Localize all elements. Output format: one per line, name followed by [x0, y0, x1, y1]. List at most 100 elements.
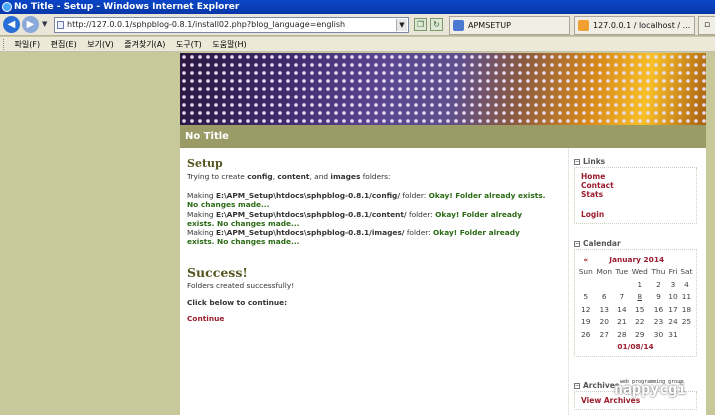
- url-text: http://127.0.0.1/sphpblog-0.8.1/install0…: [67, 20, 346, 29]
- calendar-day: 22: [635, 317, 645, 327]
- calendar-day: 13: [599, 304, 609, 314]
- calendar-header[interactable]: − Calendar: [574, 239, 697, 250]
- back-arrow-icon[interactable]: ◀: [3, 16, 20, 33]
- tab-apmsetup[interactable]: APMSETUP: [449, 16, 570, 35]
- calendar-nav-row: « January 2014: [577, 253, 694, 266]
- calendar-prev-month[interactable]: «: [577, 253, 595, 266]
- tab-label: 127.0.0.1 / localhost / ...: [593, 21, 691, 30]
- calendar-day: [577, 278, 595, 291]
- address-toolbar: ◀ ▶ ▼ http://127.0.0.1/sphpblog-0.8.1/in…: [0, 14, 715, 36]
- links-body: Home Contact Stats Login: [574, 168, 697, 224]
- calendar-day: 8: [637, 292, 643, 302]
- links-header[interactable]: − Links: [574, 157, 697, 168]
- msg-text: folder:: [404, 228, 433, 237]
- new-tab-button[interactable]: ▫: [698, 16, 715, 35]
- tab-phpmyadmin[interactable]: 127.0.0.1 / localhost / ...: [574, 16, 695, 35]
- menu-help[interactable]: 도움말(H): [208, 37, 250, 52]
- page-viewport: No Title Setup Trying to create config, …: [0, 53, 715, 415]
- calendar-week-row: 5 6 7 8 9 10 11: [577, 291, 694, 304]
- intro-config: config: [247, 171, 273, 181]
- folder-path: E:\APM_Setup\htdocs\sphpblog-0.8.1/confi…: [215, 191, 401, 200]
- collapse-icon[interactable]: −: [574, 159, 580, 165]
- address-dropdown-icon[interactable]: ▼: [396, 19, 407, 31]
- calendar-day: 31: [668, 329, 678, 339]
- menu-view[interactable]: 보기(V): [83, 37, 117, 52]
- calendar-body: « January 2014 Sun Mon Tue Wed Thu Fri Sat 123…: [574, 250, 697, 357]
- window-title: No Title - Setup - Windows Internet Expl…: [14, 2, 240, 12]
- menu-file[interactable]: 파일(F): [11, 37, 45, 52]
- folder-message-config: Making E:\APM_Setup\htdocs\sphpblog-0.8.…: [187, 191, 547, 210]
- menu-bar: 파일(F) 편집(E) 보기(V) 즐겨찾기(A) 도구(T) 도움말(H): [0, 37, 715, 52]
- blog-title: No Title: [180, 125, 706, 148]
- calendar-day: 11: [681, 292, 692, 302]
- calendar-day: 14: [617, 304, 627, 314]
- msg-text: folder:: [406, 209, 436, 219]
- calendar-day: 26: [581, 329, 591, 339]
- calendar-day: 25: [681, 317, 692, 327]
- calendar-day: 9: [656, 292, 661, 302]
- compatibility-view-icon[interactable]: ❐: [414, 18, 427, 31]
- collapse-icon[interactable]: −: [574, 383, 580, 389]
- menu-edit[interactable]: 편집(E): [47, 37, 81, 52]
- calendar-table: « January 2014 Sun Mon Tue Wed Thu Fri Sat 123…: [577, 253, 694, 353]
- forward-arrow-icon[interactable]: ▶: [22, 16, 39, 33]
- calendar-next-month: [679, 253, 694, 266]
- calendar-day: 5: [583, 292, 589, 302]
- collapse-icon[interactable]: −: [574, 241, 580, 247]
- calendar-day: 15: [635, 304, 645, 314]
- msg-text: Making: [187, 228, 216, 237]
- calendar-day: 23: [653, 317, 664, 327]
- links-title: Links: [583, 157, 606, 166]
- calendar-day: [614, 278, 630, 291]
- setup-heading: Setup: [187, 157, 223, 170]
- link-stats[interactable]: Stats: [581, 190, 690, 199]
- calendar-weekday: Fri: [668, 267, 678, 277]
- link-login[interactable]: Login: [581, 210, 690, 219]
- refresh-icon[interactable]: ↻: [430, 18, 443, 31]
- msg-text: folder:: [400, 191, 429, 200]
- address-bar[interactable]: http://127.0.0.1/sphpblog-0.8.1/install0…: [54, 17, 409, 33]
- setup-intro: Trying to create config, content, and im…: [187, 172, 547, 181]
- calendar-day: 2: [656, 279, 661, 289]
- calendar-month: January 2014: [609, 254, 665, 264]
- link-home[interactable]: Home: [581, 172, 690, 181]
- calendar-week-row: 19 20 21 22 23 24 25: [577, 316, 694, 329]
- continue-link[interactable]: Continue: [187, 314, 547, 323]
- header-banner: [180, 53, 706, 125]
- calendar-current-date[interactable]: 01/08/14: [577, 341, 694, 354]
- calendar-date-row: 01/08/14: [577, 341, 694, 354]
- intro-images: images: [330, 171, 361, 181]
- calendar-day: 30: [653, 329, 664, 339]
- calendar-day: 24: [668, 317, 678, 327]
- success-text: Folders created successfully!: [187, 281, 295, 291]
- menu-tools[interactable]: 도구(T): [172, 37, 206, 52]
- calendar-day: 7: [619, 292, 625, 302]
- blog-container: No Title Setup Trying to create config, …: [180, 53, 706, 415]
- calendar-weekday: Wed: [631, 267, 648, 277]
- calendar-weekday: Sat: [680, 267, 693, 277]
- calendar-weekday: Mon: [596, 267, 613, 277]
- calendar-day: 12: [581, 304, 591, 314]
- intro-text: , and: [309, 171, 331, 181]
- intro-text: folders:: [360, 171, 391, 181]
- page-icon: [57, 21, 64, 29]
- calendar-day: 20: [599, 317, 609, 327]
- folder-path: E:\APM_Setup\htdocs\sphpblog-0.8.1/image…: [215, 228, 405, 237]
- menu-favorites[interactable]: 즐겨찾기(A): [120, 37, 169, 52]
- calendar-weekday: Tue: [615, 267, 629, 277]
- calendar-day: 1: [637, 279, 643, 289]
- calendar-weekday: Thu: [651, 267, 666, 277]
- continue-prompt: Click below to continue:: [187, 298, 288, 308]
- calendar-day: 27: [599, 329, 609, 339]
- calendar-day: 10: [668, 292, 678, 302]
- intro-text: Trying to create: [187, 171, 248, 181]
- watermark-subtitle: web programming group: [620, 379, 684, 385]
- calendar-day: 17: [668, 304, 678, 314]
- calendar-title: Calendar: [583, 239, 621, 248]
- setup-content: Setup Trying to create config, content, …: [187, 157, 547, 323]
- link-contact[interactable]: Contact: [581, 181, 690, 190]
- history-dropdown-icon[interactable]: ▼: [42, 20, 50, 28]
- calendar-day: 28: [617, 329, 627, 339]
- tab-label: APMSETUP: [468, 21, 511, 30]
- calendar-day: 21: [617, 317, 627, 327]
